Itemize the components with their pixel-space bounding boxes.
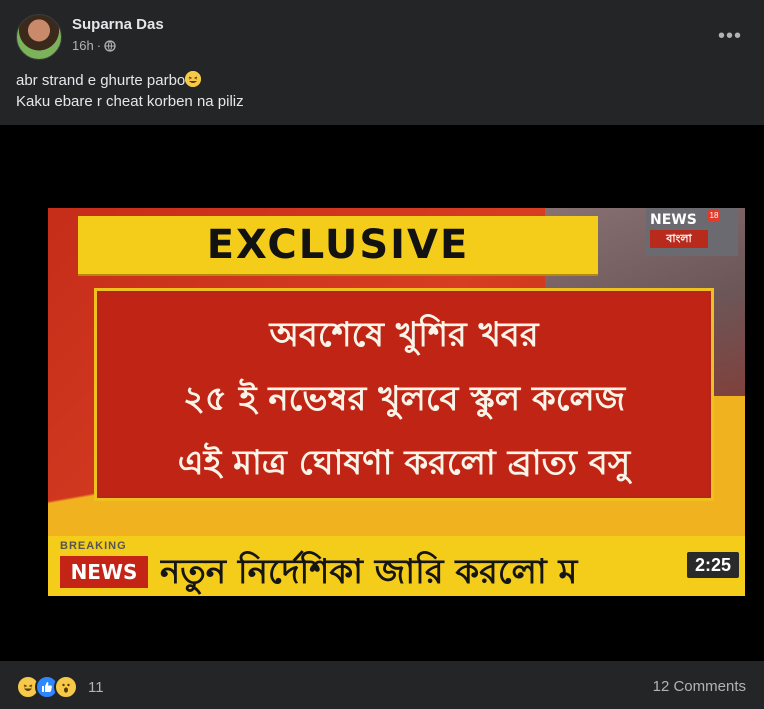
author-avatar[interactable] [16,14,62,60]
post-card: Suparna Das 16h · ••• abr strand e ghurt… [0,0,764,709]
more-icon: ••• [717,24,742,47]
video-timestamp: 2:25 [687,552,739,578]
exclusive-banner: EXCLUSIVE [78,216,598,274]
logo-number: 18 [708,210,720,222]
post-header: Suparna Das 16h · ••• [16,12,748,60]
wow-reaction-icon [54,675,78,699]
more-options-button[interactable]: ••• [712,18,748,54]
news-screenshot-image: EXCLUSIVE NEWS 18 বাংলা অবশেষে খুশির খবর… [48,208,745,596]
comments-count-link[interactable]: 12 Comments [653,678,746,695]
globe-icon [104,39,116,52]
post-media[interactable]: EXCLUSIVE NEWS 18 বাংলা অবশেষে খুশির খবর… [0,125,764,661]
reaction-count: 11 [88,678,104,696]
post-meta: 16h · [72,38,116,53]
exclusive-label: EXCLUSIVE [206,222,470,268]
breaking-news-ticker: BREAKING NEWS নতুন নির্দেশিকা জারি করলো … [48,536,745,596]
post-text-line-2: Kaku ebare r cheat korben na piliz [16,93,244,110]
post-text: abr strand e ghurte parbo Kaku ebare r c… [16,70,244,112]
headline-box: অবশেষে খুশির খবর ২৫ ই নভেম্বর খুলবে স্কু… [94,288,714,501]
headline-line-1: অবশেষে খুশির খবর [269,315,539,355]
post-text-line-1-content: abr strand e ghurte parbo [16,72,186,89]
reactions-summary[interactable]: 11 [16,675,104,699]
author-name[interactable]: Suparna Das [72,16,164,33]
meta-separator: · [96,38,102,53]
post-text-line-1: abr strand e ghurte parbo [16,70,244,91]
grinning-squinting-emoji-icon [185,71,202,87]
logo-top-text: NEWS [650,212,697,228]
news-label: NEWS [60,556,148,588]
logo-bottom-text: বাংলা [650,230,708,248]
post-time[interactable]: 16h [72,38,94,53]
headline-line-2: ২৫ ই নভেম্বর খুলবে স্কুল কলেজ [182,379,626,419]
news18-logo: NEWS 18 বাংলা [646,208,738,256]
headline-line-3: এই মাত্র ঘোষণা করলো ব্রাত্য বসু [177,443,631,483]
post-footer: 11 12 Comments [0,661,764,709]
breaking-label: BREAKING [60,540,127,552]
ticker-text: নতুন নির্দেশিকা জারি করলো ম [160,552,578,592]
